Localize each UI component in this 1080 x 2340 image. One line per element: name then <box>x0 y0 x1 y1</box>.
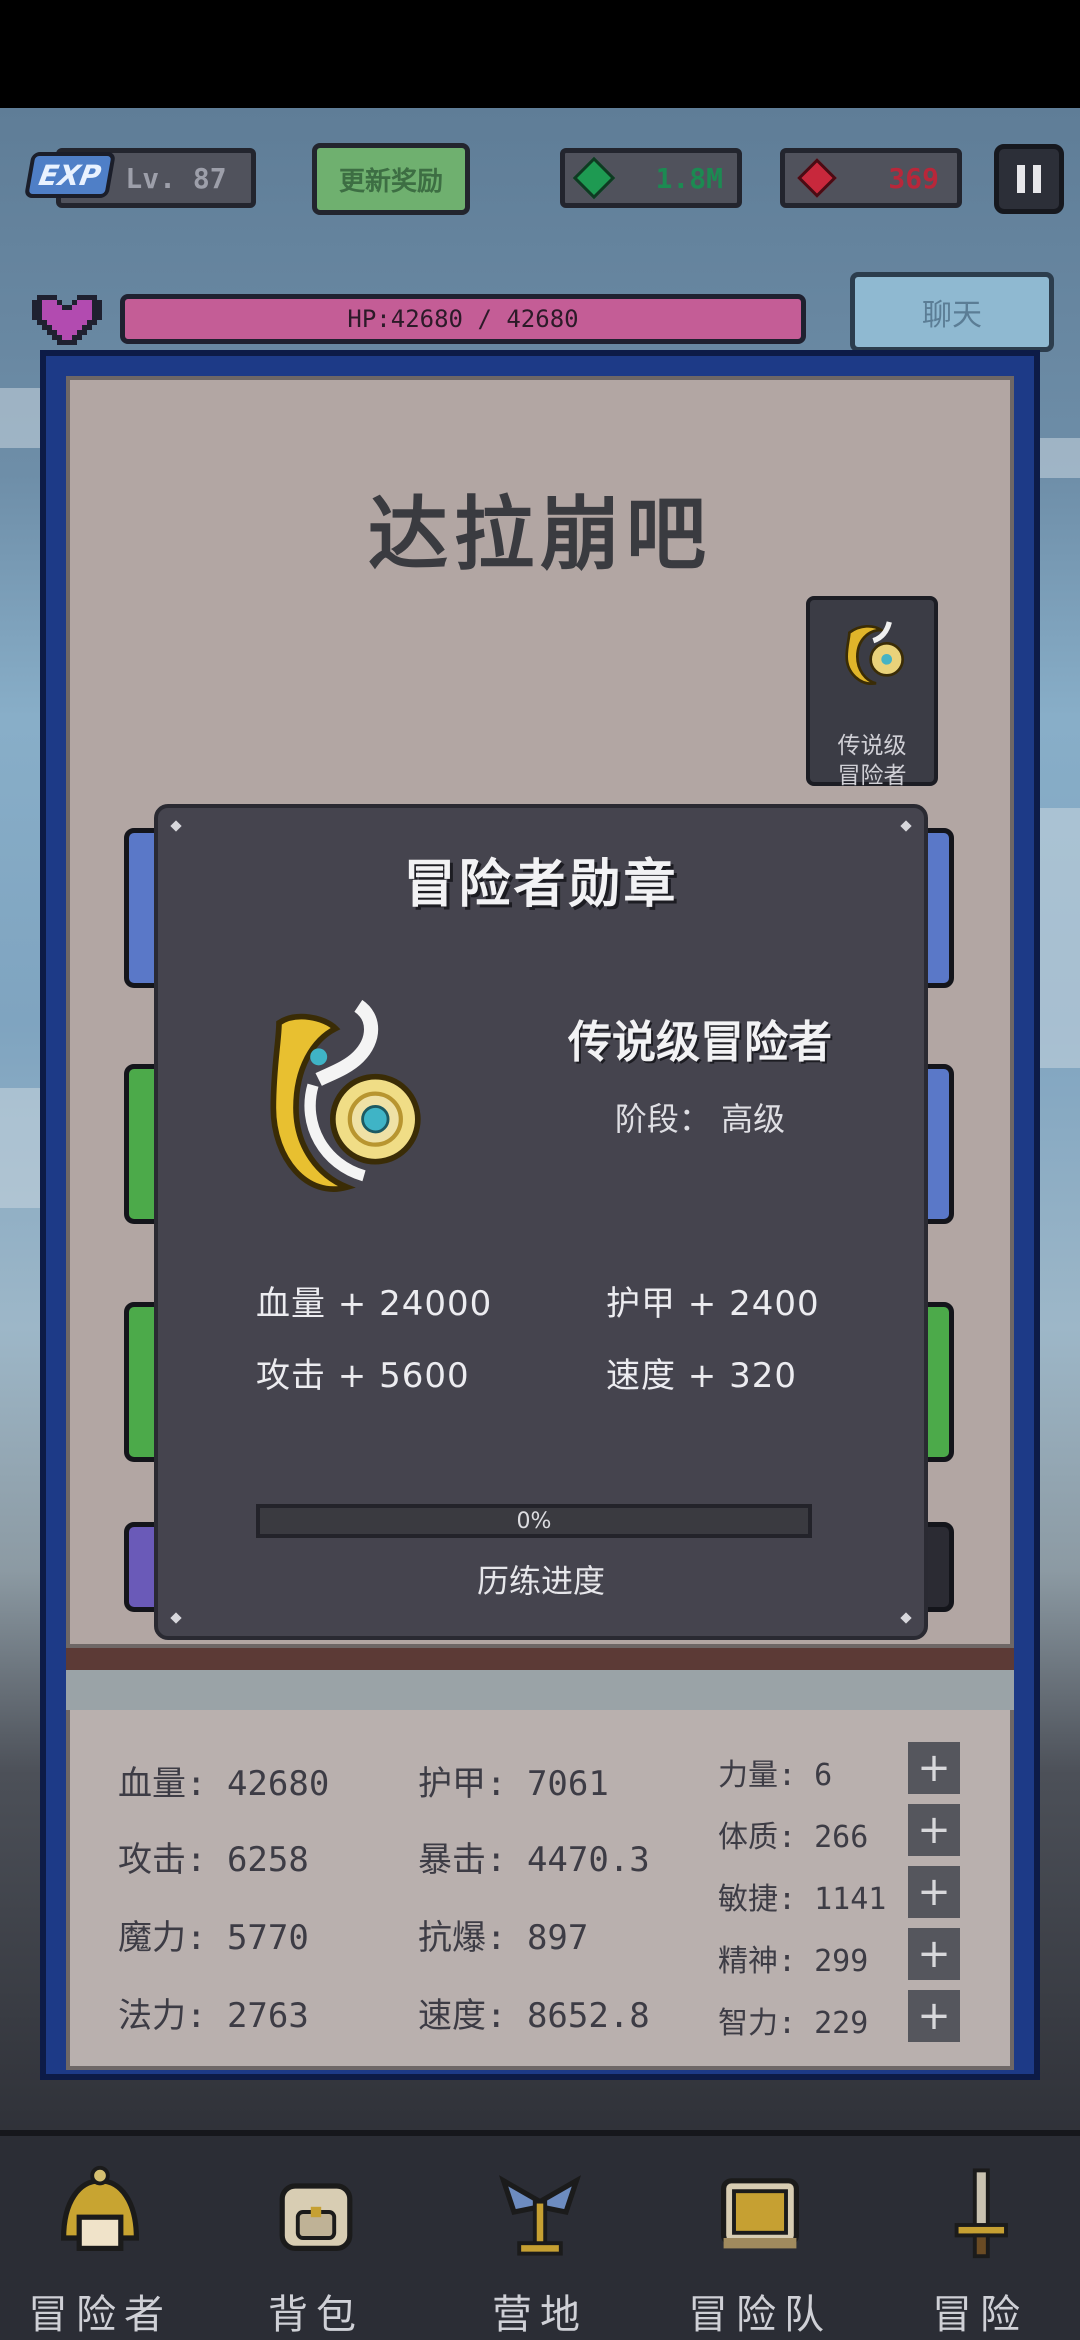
medal-name: 传说级冒险者 <box>568 1017 832 1068</box>
corner-decoration <box>170 1612 182 1624</box>
stage-value: 高级 <box>721 1100 786 1138</box>
medal-icon <box>845 621 904 685</box>
nav-label: 冒险者 <box>28 2292 172 2338</box>
exp-badge: EXP <box>23 152 117 198</box>
add-constitution-button[interactable]: + <box>908 1804 960 1856</box>
add-agility-button[interactable]: + <box>908 1866 960 1918</box>
nav-label: 冒险队 <box>688 2292 832 2338</box>
corner-decoration <box>900 820 912 832</box>
pause-icon <box>1033 165 1041 193</box>
dialog-title: 冒险者勋章 <box>403 855 679 915</box>
sword-icon <box>954 2168 1008 2259</box>
nav-item-adventurer[interactable]: 冒险者 <box>0 2150 200 2340</box>
stat-agility: 敏捷: 1141 <box>718 1882 887 1917</box>
bonus-hp: 血量 + 24000 <box>256 1284 493 1324</box>
gem-counter[interactable]: 1.8M <box>560 148 742 208</box>
stat-armor: 护甲: 7061 <box>418 1764 609 1804</box>
add-strength-button[interactable]: + <box>908 1742 960 1794</box>
level-text: Lv. 87 <box>125 161 227 195</box>
adventurer-helmet-icon <box>60 2165 140 2251</box>
add-intellect-button[interactable]: + <box>908 1990 960 2042</box>
update-reward-label: 更新奖励 <box>338 166 443 197</box>
exp-text: EXP <box>36 158 104 192</box>
ruby-amount: 369 <box>888 161 939 195</box>
add-spirit-button[interactable]: + <box>908 1928 960 1980</box>
ruby-counter[interactable]: 369 <box>780 148 962 208</box>
stat-anti-crit: 抗爆: 897 <box>418 1918 589 1958</box>
nav-label: 背包 <box>268 2292 364 2338</box>
badge-label-line2: 冒险者 <box>837 763 907 789</box>
stat-mana: 法力: 2763 <box>118 1996 309 2036</box>
hp-text: HP:42680 / 42680 <box>347 305 579 333</box>
nav-label: 营地 <box>492 2292 588 2338</box>
nav-item-camp[interactable]: 营地 <box>440 2150 640 2340</box>
pause-icon <box>1017 165 1025 193</box>
chat-button[interactable]: 聊天 <box>850 272 1054 352</box>
stat-attack: 攻击: 6258 <box>118 1840 309 1880</box>
progress-text: 0% <box>516 1508 552 1534</box>
nav-item-backpack[interactable]: 背包 <box>216 2150 416 2340</box>
corner-decoration <box>900 1612 912 1624</box>
panel-divider <box>66 1648 1014 1670</box>
stat-crit: 暴击: 4470.3 <box>418 1840 650 1880</box>
nav-label: 冒险 <box>932 2292 1028 2338</box>
update-reward-button[interactable]: 更新奖励 <box>312 143 470 215</box>
bonus-speed: 速度 + 320 <box>606 1356 797 1396</box>
stat-hp: 血量: 42680 <box>118 1764 330 1804</box>
gem-amount: 1.8M <box>655 161 723 195</box>
ruby-gem-icon <box>797 158 837 198</box>
stat-constitution: 体质: 266 <box>718 1820 869 1855</box>
nav-item-adventure[interactable]: 冒险 <box>880 2150 1080 2340</box>
medal-badge-card[interactable]: 传说级 冒险者 <box>806 596 938 789</box>
character-name: 达拉崩吧 <box>368 488 712 581</box>
chat-label: 聊天 <box>922 298 982 333</box>
emerald-gem-icon <box>572 156 616 200</box>
backpack-icon <box>279 2183 353 2251</box>
stat-strength: 力量: 6 <box>718 1758 833 1793</box>
guild-book-icon <box>721 2178 799 2249</box>
status-bar <box>0 0 1080 108</box>
corner-decoration <box>170 820 182 832</box>
stat-speed: 速度: 8652.8 <box>418 1996 650 2036</box>
medal-stage: 阶段： 高级 <box>540 1094 860 1140</box>
nav-item-party[interactable]: 冒险队 <box>660 2150 860 2340</box>
bonus-attack: 攻击 + 5600 <box>256 1356 470 1396</box>
heart-icon <box>32 295 102 345</box>
stat-intellect: 智力: 229 <box>718 2006 869 2041</box>
stage-label: 阶段： <box>614 1100 711 1138</box>
badge-label-line1: 传说级 <box>837 733 907 759</box>
progress-label: 历练进度 <box>476 1562 605 1600</box>
hp-bar: HP:42680 / 42680 <box>120 294 806 344</box>
stat-spirit: 精神: 299 <box>718 1944 869 1979</box>
pause-button[interactable] <box>994 144 1064 214</box>
bonus-armor: 护甲 + 2400 <box>606 1284 820 1324</box>
training-progress-bar: 0% <box>256 1504 812 1538</box>
stats-header-strip <box>66 1670 1014 1710</box>
stat-magic: 魔力: 5770 <box>118 1918 309 1958</box>
camp-banner-icon <box>498 2175 582 2256</box>
legendary-medal-icon <box>270 1000 421 1192</box>
